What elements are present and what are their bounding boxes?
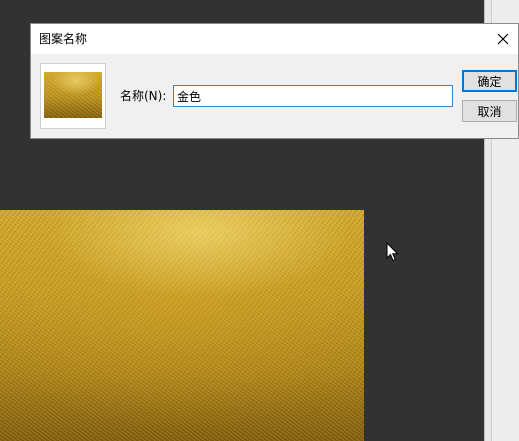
close-button[interactable] bbox=[488, 24, 518, 54]
cancel-button[interactable]: 取消 bbox=[462, 100, 517, 122]
name-label: 名称(N): bbox=[120, 89, 167, 103]
close-icon bbox=[497, 33, 509, 45]
dialog-titlebar[interactable]: 图案名称 bbox=[31, 24, 518, 54]
pattern-thumbnail-frame bbox=[40, 63, 106, 129]
gold-texture-canvas bbox=[0, 210, 364, 441]
mouse-pointer-icon bbox=[386, 242, 399, 262]
pattern-thumbnail bbox=[44, 72, 102, 118]
dialog-body: 名称(N): 确定 取消 bbox=[31, 54, 518, 138]
name-input[interactable] bbox=[173, 85, 453, 107]
ok-button[interactable]: 确定 bbox=[462, 70, 517, 92]
dialog-title: 图案名称 bbox=[39, 32, 88, 46]
pattern-name-dialog: 图案名称 名称(N): 确定 取消 bbox=[30, 23, 519, 139]
